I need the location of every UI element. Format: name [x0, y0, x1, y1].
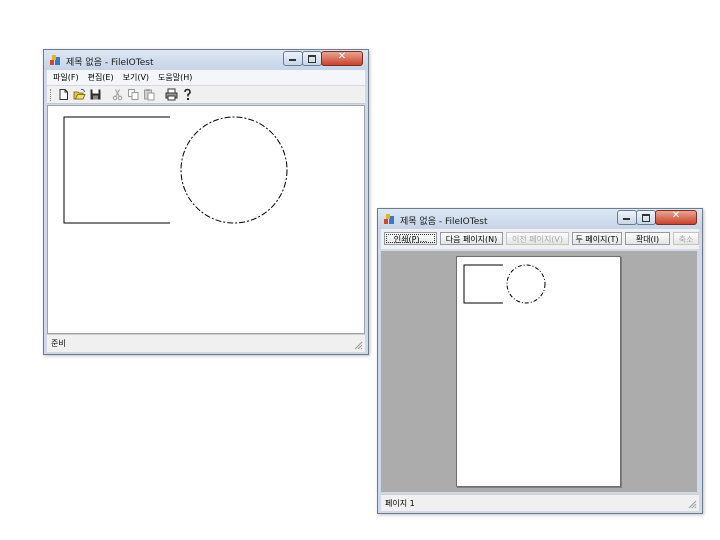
cut-icon[interactable]: [111, 88, 124, 101]
resize-grip-icon[interactable]: [688, 500, 697, 509]
print-icon[interactable]: [165, 88, 178, 101]
print-button[interactable]: 인쇄(P)...: [384, 232, 437, 245]
preview-page-svg: [463, 264, 546, 304]
app-icon: [384, 214, 394, 224]
minimize-button[interactable]: [617, 210, 637, 225]
resize-grip-icon[interactable]: [354, 341, 363, 350]
minimize-icon: [289, 59, 296, 61]
copy-icon[interactable]: [127, 88, 140, 101]
main-title-bar[interactable]: 제목 없음 - FileIOTest ✕: [44, 50, 368, 70]
preview-area: [381, 251, 697, 492]
maximize-icon: [642, 214, 650, 222]
close-button[interactable]: ✕: [655, 210, 697, 225]
save-icon[interactable]: [89, 88, 102, 101]
main-toolbar: [47, 86, 365, 104]
two-page-button[interactable]: 두 페이지(T): [572, 232, 622, 245]
preview-circle: [506, 264, 546, 304]
new-file-icon[interactable]: [57, 88, 70, 101]
close-icon: ✕: [337, 51, 347, 62]
preview-title-bar[interactable]: 제목 없음 - FileIOTest ✕: [378, 209, 702, 229]
preview-page[interactable]: [456, 256, 621, 487]
menu-help[interactable]: 도움말(H): [158, 72, 192, 83]
preview-rectangle: [463, 264, 503, 304]
status-bar: 준비: [47, 334, 365, 352]
zoom-out-button[interactable]: 축소: [673, 232, 699, 245]
maximize-icon: [308, 55, 316, 63]
preview-window-title: 제목 없음 - FileIOTest: [400, 217, 488, 227]
status-text: 준비: [51, 339, 66, 348]
minimize-button[interactable]: [283, 51, 303, 66]
drawn-circle: [180, 116, 288, 224]
close-button[interactable]: ✕: [321, 51, 363, 66]
menu-bar: 파일(F) 편집(E) 보기(V) 도움말(H): [47, 70, 365, 85]
minimize-icon: [623, 218, 630, 220]
preview-toolbar: 인쇄(P)... 다음 페이지(N) 이전 페이지(V) 두 페이지(T) 확대…: [381, 229, 699, 249]
preview-caption-buttons: ✕: [617, 210, 697, 225]
print-preview-window: 제목 없음 - FileIOTest ✕ 인쇄(P)... 다음 페이지(N) …: [377, 208, 703, 514]
maximize-button[interactable]: [302, 51, 322, 66]
next-page-button[interactable]: 다음 페이지(N): [440, 232, 503, 245]
drawn-rectangle: [63, 116, 170, 224]
toolbar-grip[interactable]: [50, 89, 53, 101]
page-number-text: 페이지 1: [385, 499, 415, 508]
app-icon: [50, 55, 60, 65]
close-icon: ✕: [671, 210, 681, 221]
preview-status-bar: 페이지 1: [381, 494, 699, 511]
previous-page-button[interactable]: 이전 페이지(V): [506, 232, 569, 245]
menu-edit[interactable]: 편집(E): [88, 72, 114, 83]
menu-file[interactable]: 파일(F): [53, 72, 79, 83]
help-icon[interactable]: [181, 88, 194, 101]
zoom-in-button[interactable]: 확대(I): [625, 232, 670, 245]
maximize-button[interactable]: [636, 210, 656, 225]
main-window-title: 제목 없음 - FileIOTest: [66, 58, 154, 68]
main-window: 제목 없음 - FileIOTest ✕ 파일(F) 편집(E) 보기(V) 도…: [43, 49, 369, 355]
menu-view[interactable]: 보기(V): [123, 72, 149, 83]
open-folder-icon[interactable]: [73, 88, 86, 101]
drawing-svg: [63, 116, 288, 224]
paste-icon[interactable]: [143, 88, 156, 101]
main-caption-buttons: ✕: [283, 51, 363, 66]
drawing-canvas[interactable]: [47, 105, 365, 334]
